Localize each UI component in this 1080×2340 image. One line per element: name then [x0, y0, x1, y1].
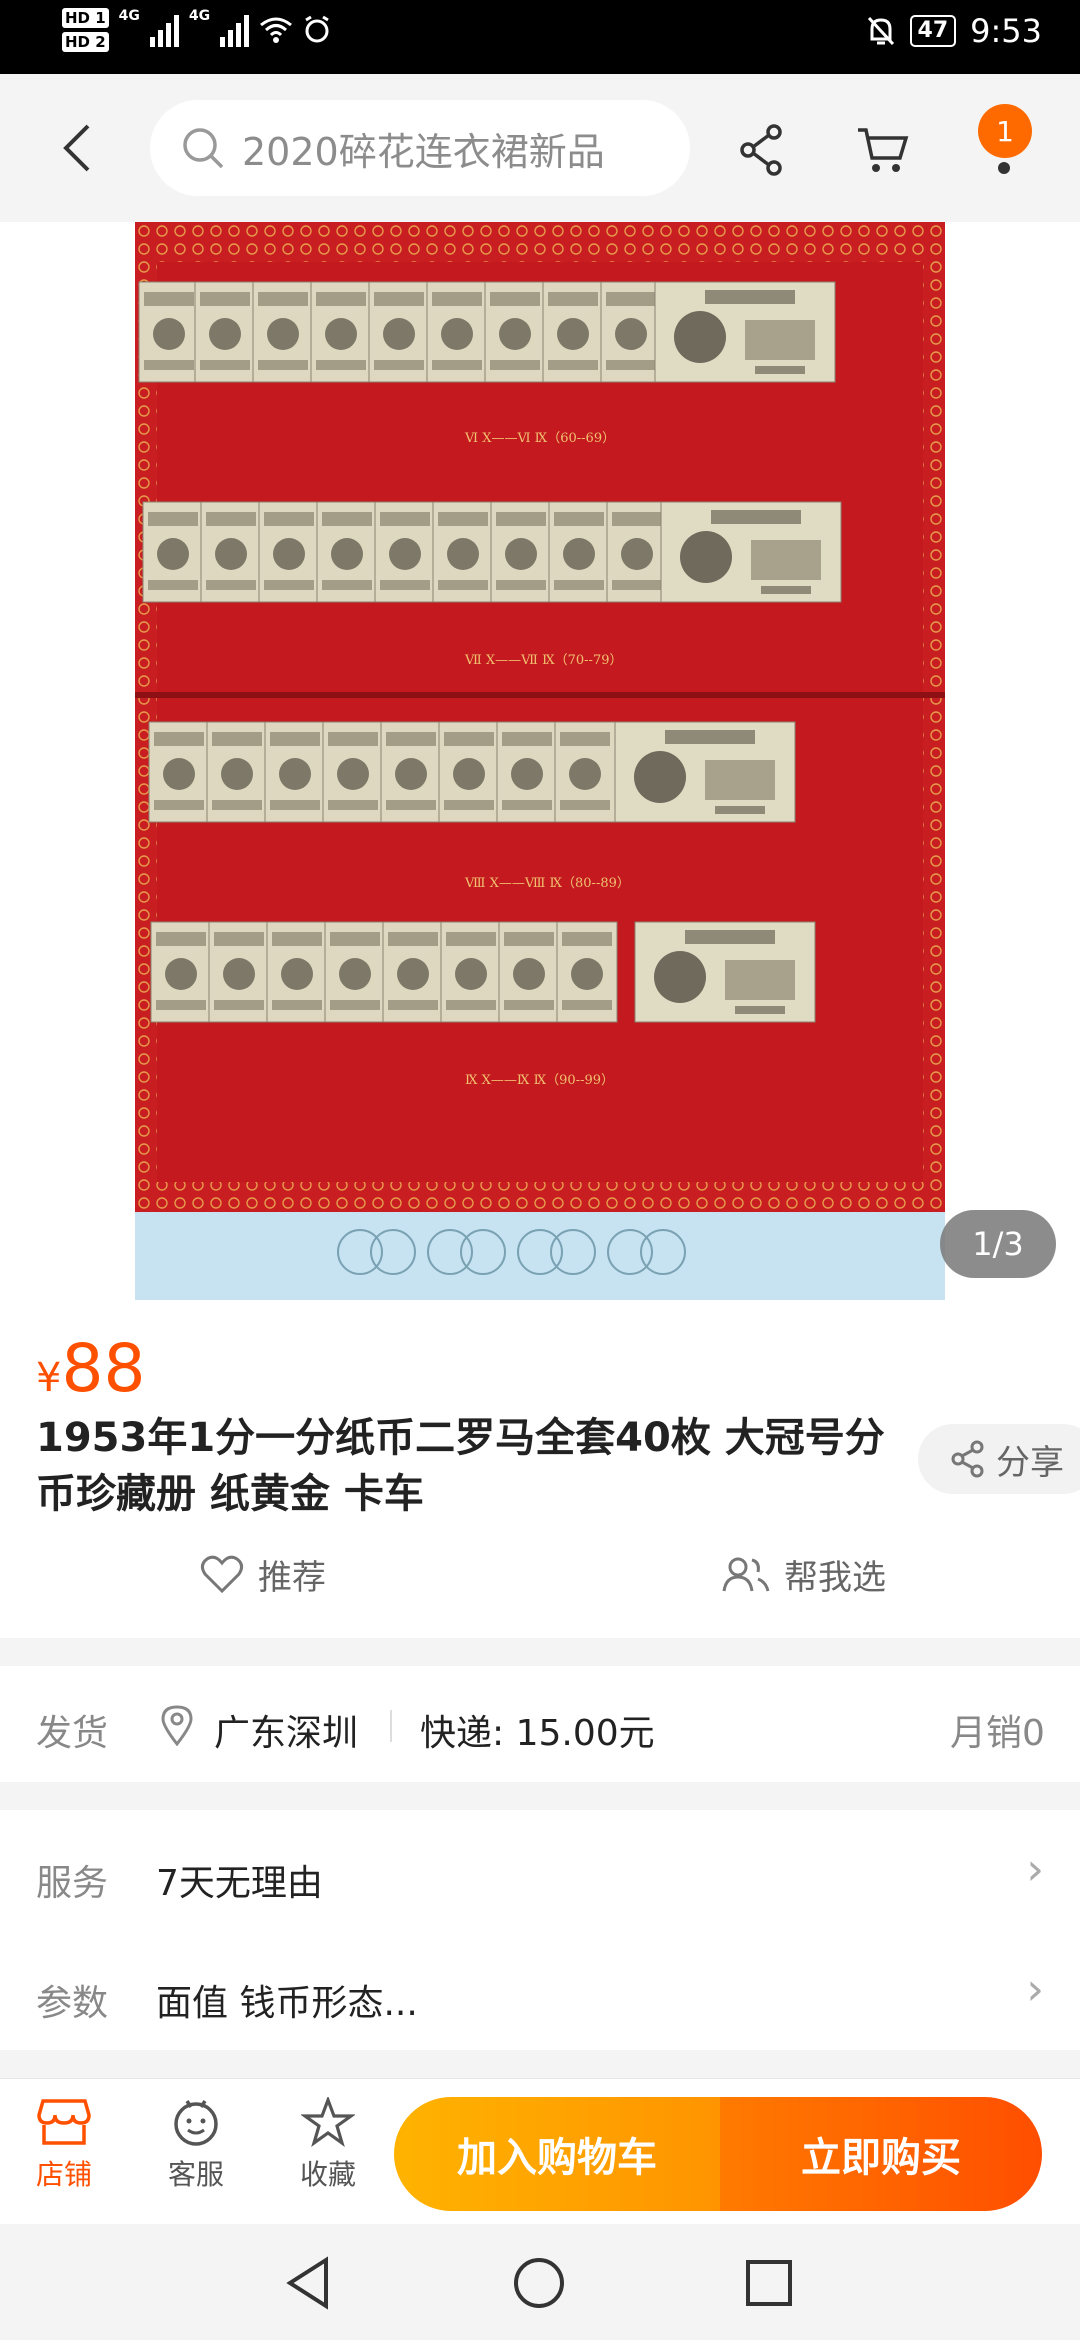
product-title: 1953年1分一分纸币二罗马全套40枚 大冠号分币珍藏册 纸黄金 卡车	[36, 1415, 885, 1517]
monthly-sales: 月销0	[950, 1713, 1045, 1754]
search-placeholder: 2020碎花连衣裙新品	[242, 129, 605, 174]
product-photo[interactable]: Ⅵ Ⅹ——Ⅵ Ⅸ（60--69） Ⅶ Ⅹ——Ⅶ Ⅸ（70--79） Ⅷ Ⅹ——Ⅷ…	[135, 222, 945, 1300]
params-row[interactable]: 参数 面值 钱币形态... ›	[0, 1930, 1080, 2050]
status-bar-left: HD 1 HD 2 4G 4G	[62, 8, 331, 52]
net1-label: 4G	[118, 8, 140, 24]
price: ¥88	[36, 1330, 145, 1407]
system-nav-bar	[0, 2224, 1080, 2340]
shipping-row[interactable]: 发货 广东深圳 快递: 15.00元 月销0	[0, 1666, 1080, 1782]
price-value: 88	[61, 1330, 146, 1407]
store-label: 店铺	[35, 2158, 92, 2191]
share-small-icon	[951, 1440, 984, 1478]
hd1-label: HD 1	[62, 8, 109, 28]
status-bar: HD 1 HD 2 4G 4G 47 9:53	[0, 0, 1080, 74]
help-choose-button[interactable]: 帮我选	[722, 1550, 886, 1599]
service-params-card: 服务 7天无理由 › 参数 面值 钱币形态... ›	[0, 1810, 1080, 2050]
mute-bell-icon	[867, 16, 894, 46]
favorite-button[interactable]: 收藏	[278, 2097, 378, 2193]
signal-icon	[149, 13, 179, 47]
signal-icon-2	[220, 13, 250, 47]
store-icon	[37, 2099, 91, 2145]
row-caption-3: Ⅷ Ⅹ——Ⅷ Ⅸ（80--89）	[464, 876, 630, 891]
service-label: 服务	[36, 1863, 109, 1904]
share-label: 分享	[996, 1442, 1064, 1483]
product-info-card: ¥88 1953年1分一分纸币二罗马全套40枚 大冠号分币珍藏册 纸黄金 卡车 …	[0, 1300, 1080, 1638]
share-icon[interactable]	[738, 124, 786, 176]
add-to-cart-button[interactable]: 加入购物车	[394, 2097, 720, 2211]
hd-indicator: HD 1 HD 2	[62, 8, 109, 52]
net2-label: 4G	[188, 8, 211, 24]
back-arrow-icon[interactable]	[58, 122, 98, 174]
service-row[interactable]: 服务 7天无理由 ›	[0, 1810, 1080, 1930]
params-label: 参数	[36, 1983, 109, 2024]
wifi-icon	[260, 17, 293, 43]
product-gallery[interactable]: Ⅵ Ⅹ——Ⅵ Ⅸ（60--69） Ⅶ Ⅹ——Ⅶ Ⅸ（70--79） Ⅷ Ⅹ——Ⅷ…	[0, 222, 1080, 1300]
system-back-icon[interactable]	[284, 2256, 334, 2310]
star-icon	[301, 2097, 355, 2147]
bottom-action-bar: 店铺 客服 收藏 加入购物车 立即购买	[0, 2078, 1080, 2224]
location-pin-icon	[161, 1705, 193, 1746]
chevron-right-icon: ›	[1026, 1964, 1044, 2015]
row-caption-2: Ⅶ Ⅹ——Ⅶ Ⅸ（70--79）	[464, 653, 623, 668]
buy-now-button[interactable]: 立即购买	[720, 2097, 1042, 2211]
help-choose-label: 帮我选	[784, 1558, 886, 1598]
store-button[interactable]: 店铺	[14, 2097, 114, 2193]
row-caption-1: Ⅵ Ⅹ——Ⅵ Ⅸ（60--69）	[464, 431, 615, 446]
search-icon	[183, 128, 224, 169]
customer-service-label: 客服	[167, 2158, 224, 2191]
chevron-right-icon: ›	[1026, 1844, 1044, 1895]
service-value: 7天无理由	[156, 1863, 323, 1904]
system-recents-icon[interactable]	[744, 2258, 794, 2308]
more-menu-dot[interactable]	[998, 162, 1010, 174]
search-bar[interactable]: 2020碎花连衣裙新品	[150, 100, 690, 196]
hd2-label: HD 2	[62, 32, 109, 52]
heart-icon	[200, 1555, 244, 1593]
system-home-icon[interactable]	[512, 2256, 566, 2310]
ship-from-location: 广东深圳	[214, 1713, 359, 1754]
divider	[390, 1710, 392, 1742]
more-menu-badge[interactable]: 1	[978, 104, 1032, 158]
express-fee: 快递: 15.00元	[420, 1713, 655, 1754]
currency-symbol: ¥	[36, 1355, 62, 1401]
cart-icon[interactable]	[856, 124, 910, 176]
shipping-label: 发货	[36, 1713, 109, 1754]
recommend-label: 推荐	[258, 1558, 326, 1598]
users-icon	[722, 1557, 770, 1591]
customer-service-button[interactable]: 客服	[146, 2097, 246, 2193]
share-button[interactable]: 分享	[918, 1424, 1080, 1494]
status-bar-right: 47 9:53	[866, 12, 1042, 50]
battery-level: 47	[909, 15, 957, 47]
params-value: 面值 钱币形态...	[156, 1983, 418, 2024]
row-caption-4: Ⅸ Ⅹ——Ⅸ Ⅸ（90--99）	[465, 1073, 614, 1088]
recommend-button[interactable]: 推荐	[200, 1550, 326, 1599]
image-counter: 1/3	[940, 1210, 1056, 1278]
clock: 9:53	[970, 12, 1042, 50]
alarm-icon	[305, 15, 329, 43]
favorite-label: 收藏	[299, 2158, 356, 2191]
customer-service-icon	[174, 2100, 218, 2146]
top-nav: 2020碎花连衣裙新品 1	[0, 74, 1080, 222]
